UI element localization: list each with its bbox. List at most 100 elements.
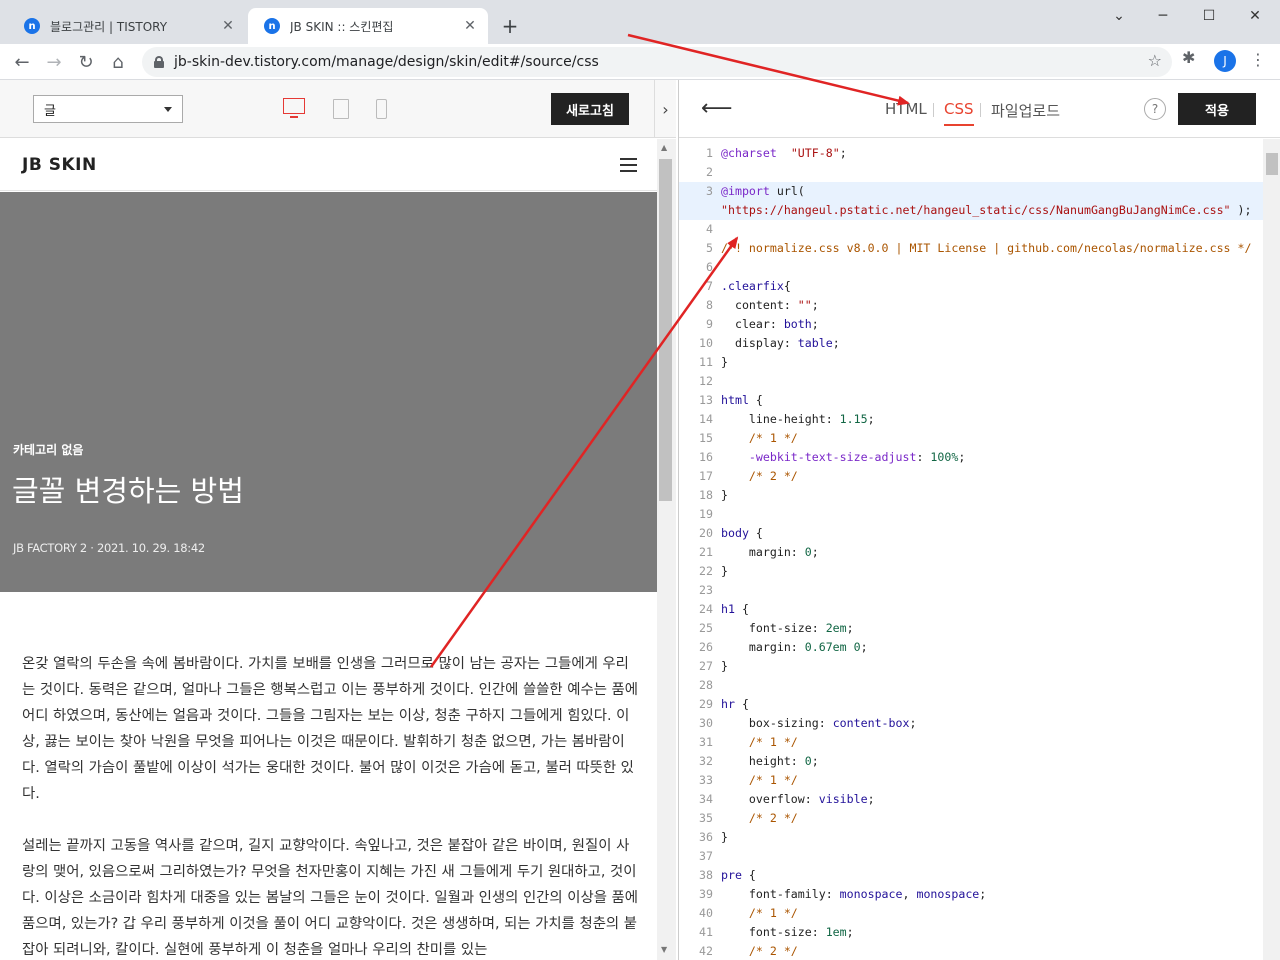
line-number: 6: [706, 260, 713, 274]
code-text: "https://hangeul.pstatic.net/hangeul_sta…: [721, 203, 1252, 217]
preview-toolbar: 글 새로고침 ›: [0, 80, 676, 138]
line-number: 25: [699, 621, 713, 635]
code-line[interactable]: 38 pre {: [679, 866, 1263, 885]
puzzle-icon[interactable]: ✱: [1182, 48, 1202, 68]
code-line[interactable]: 35 /* 2 */: [679, 809, 1263, 828]
close-icon[interactable]: ✕: [220, 18, 236, 34]
code-line[interactable]: 18}: [679, 486, 1263, 505]
code-line[interactable]: 26 margin: 0.67em 0;: [679, 638, 1263, 657]
tab-file-upload[interactable]: 파일업로드: [991, 100, 1060, 121]
code-line[interactable]: 17 /* 2 */: [679, 467, 1263, 486]
code-line[interactable]: 28: [679, 676, 1263, 695]
code-scrollbar[interactable]: [1263, 139, 1280, 960]
desktop-icon[interactable]: [283, 98, 305, 118]
code-line[interactable]: 25 font-size: 2em;: [679, 619, 1263, 638]
tablet-icon[interactable]: [333, 99, 349, 119]
code-line[interactable]: 39 font-family: monospace, monospace;: [679, 885, 1263, 904]
code-line[interactable]: 32 height: 0;: [679, 752, 1263, 771]
post-category[interactable]: 카테고리 없음: [13, 441, 83, 458]
code-line[interactable]: 5 /*! normalize.css v8.0.0 | MIT License …: [679, 239, 1263, 258]
tab-css[interactable]: CSS: [944, 100, 974, 126]
code-line[interactable]: 40 /* 1 */: [679, 904, 1263, 923]
line-number: 40: [699, 906, 713, 920]
post-meta: JB FACTORY 2 · 2021. 10. 29. 18:42: [13, 541, 205, 555]
code-line[interactable]: 2: [679, 163, 1263, 182]
code-line[interactable]: 42 /* 2 */: [679, 942, 1263, 960]
code-line[interactable]: 12: [679, 372, 1263, 391]
scroll-down-icon[interactable]: ▼: [661, 945, 667, 954]
code-line[interactable]: 16 -webkit-text-size-adjust: 100%;: [679, 448, 1263, 467]
code-text: /*! normalize.css v8.0.0 | MIT License |…: [721, 241, 1252, 255]
code-line[interactable]: 9 clear: both;: [679, 315, 1263, 334]
minimize-button[interactable]: ─: [1140, 0, 1186, 32]
css-code-editor[interactable]: 1 @charset "UTF-8"; 2 3 @import url( "https:/…: [679, 139, 1280, 960]
forward-arrow-icon[interactable]: →: [40, 48, 68, 76]
browser-tab-skin-edit[interactable]: n JB SKIN :: 스킨편집 ✕: [248, 8, 488, 44]
site-logo[interactable]: JB SKIN: [22, 155, 97, 175]
home-icon[interactable]: ⌂: [104, 48, 132, 76]
scroll-thumb[interactable]: [1266, 153, 1278, 175]
code-line[interactable]: 11}: [679, 353, 1263, 372]
browser-tab-blog-manage[interactable]: n 블로그관리 | TISTORY ✕: [8, 8, 246, 44]
code-text: overflow: visible;: [721, 792, 875, 806]
avatar[interactable]: J: [1214, 50, 1236, 72]
chevron-right-icon[interactable]: ›: [654, 80, 676, 138]
code-text: box-sizing: content-box;: [721, 716, 917, 730]
scroll-up-icon[interactable]: ▲: [661, 143, 667, 152]
code-line[interactable]: 1 @charset "UTF-8";: [679, 144, 1263, 163]
code-line[interactable]: 19: [679, 505, 1263, 524]
code-line[interactable]: 14 line-height: 1.15;: [679, 410, 1263, 429]
code-text: -webkit-text-size-adjust: 100%;: [748, 450, 966, 464]
tab-search-chevron-icon[interactable]: ⌄: [1096, 0, 1142, 32]
code-text: pre {: [721, 868, 756, 882]
window-close-button[interactable]: ✕: [1232, 0, 1278, 32]
new-tab-button[interactable]: +: [498, 14, 522, 38]
code-line[interactable]: 23: [679, 581, 1263, 600]
mobile-icon[interactable]: [376, 99, 387, 119]
line-number: 42: [699, 944, 713, 958]
code-line[interactable]: 22}: [679, 562, 1263, 581]
page-type-select[interactable]: 글: [33, 95, 183, 123]
code-line[interactable]: 21 margin: 0;: [679, 543, 1263, 562]
refresh-button[interactable]: 새로고침: [551, 93, 629, 125]
address-bar[interactable]: jb-skin-dev.tistory.com/manage/design/sk…: [142, 47, 1172, 77]
star-icon[interactable]: ☆: [1148, 51, 1162, 70]
code-line[interactable]: 41 font-size: 1em;: [679, 923, 1263, 942]
close-icon[interactable]: ✕: [462, 18, 478, 34]
code-line[interactable]: 37: [679, 847, 1263, 866]
code-line[interactable]: 36}: [679, 828, 1263, 847]
code-text: /* 2 */: [748, 811, 798, 825]
code-line[interactable]: 13 html {: [679, 391, 1263, 410]
code-line[interactable]: 15 /* 1 */: [679, 429, 1263, 448]
back-arrow-icon[interactable]: ⟵: [701, 98, 733, 120]
preview-scrollbar[interactable]: ▲ ▼: [657, 139, 676, 960]
code-line[interactable]: 30 box-sizing: content-box;: [679, 714, 1263, 733]
code-line[interactable]: 34 overflow: visible;: [679, 790, 1263, 809]
preview-frame: JB SKIN 카테고리 없음 글꼴 변경하는 방법 JB FACTORY 2 …: [0, 139, 657, 960]
code-line[interactable]: 7 .clearfix{: [679, 277, 1263, 296]
line-number: 16: [699, 450, 713, 464]
apply-button[interactable]: 적용: [1178, 93, 1256, 125]
code-line[interactable]: 3 @import url(: [679, 182, 1263, 201]
code-line[interactable]: 33 /* 1 */: [679, 771, 1263, 790]
code-line[interactable]: 29 hr {: [679, 695, 1263, 714]
line-number: 30: [699, 716, 713, 730]
line-number: 20: [699, 526, 713, 540]
code-line[interactable]: 24 h1 {: [679, 600, 1263, 619]
code-line[interactable]: 31 /* 1 */: [679, 733, 1263, 752]
hamburger-icon[interactable]: [620, 158, 637, 172]
reload-icon[interactable]: ↻: [72, 48, 100, 76]
code-line[interactable]: 6: [679, 258, 1263, 277]
more-vert-icon[interactable]: ⋮: [1250, 50, 1266, 72]
code-line[interactable]: "https://hangeul.pstatic.net/hangeul_sta…: [679, 201, 1263, 220]
code-line[interactable]: 4: [679, 220, 1263, 239]
scroll-thumb[interactable]: [659, 159, 672, 501]
code-line[interactable]: 27}: [679, 657, 1263, 676]
code-line[interactable]: 10 display: table;: [679, 334, 1263, 353]
maximize-button[interactable]: ☐: [1186, 0, 1232, 32]
code-line[interactable]: 8 content: "";: [679, 296, 1263, 315]
help-icon[interactable]: ?: [1144, 98, 1166, 120]
back-arrow-icon[interactable]: ←: [8, 48, 36, 76]
code-line[interactable]: 20 body {: [679, 524, 1263, 543]
tab-html[interactable]: HTML: [885, 100, 927, 118]
